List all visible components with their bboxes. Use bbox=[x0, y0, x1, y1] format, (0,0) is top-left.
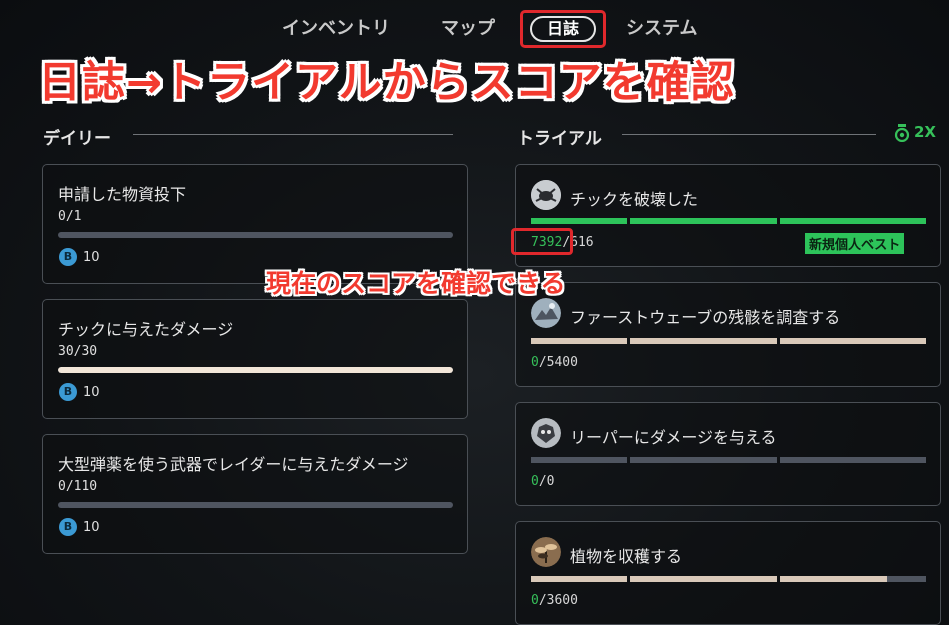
trial-segment bbox=[780, 576, 926, 582]
trial-segment bbox=[630, 457, 777, 463]
trial-segment bbox=[531, 576, 627, 582]
reaper-enemy-icon bbox=[531, 418, 561, 448]
trial-segment-bar bbox=[531, 218, 926, 224]
trial-target-score: /5400 bbox=[538, 355, 578, 370]
trial-current-score: 0 bbox=[531, 355, 539, 370]
tab-journal-highlight: 日誌 bbox=[520, 10, 606, 48]
daily-card-progress: 0/110 bbox=[58, 479, 98, 494]
daily-card-reward: 10 bbox=[83, 250, 100, 265]
trial-segment-bar bbox=[531, 576, 926, 582]
reward-coin-icon: B bbox=[59, 383, 77, 401]
trial-segment bbox=[630, 576, 777, 582]
trial-score: 0/0 bbox=[531, 474, 554, 489]
tab-inventory[interactable]: インベントリ bbox=[282, 14, 390, 40]
trial-segment bbox=[780, 457, 926, 463]
trial-card-title: ファーストウェーブの残骸を調査する bbox=[570, 308, 841, 327]
trial-card-title: リーパーにダメージを与える bbox=[570, 428, 777, 447]
trial-segment bbox=[780, 338, 926, 344]
reward-coin-icon: B bbox=[59, 248, 77, 266]
trial-segment bbox=[531, 338, 627, 344]
daily-progress-bar bbox=[58, 502, 453, 508]
trial-target-score: /3600 bbox=[538, 593, 578, 608]
daily-divider bbox=[133, 134, 453, 135]
multiplier-medal-icon bbox=[894, 124, 910, 142]
tick-enemy-icon bbox=[531, 180, 561, 210]
daily-card[interactable]: 大型弾薬を使う武器でレイダーに与えたダメージ 0/110 B 10 bbox=[42, 434, 468, 554]
plant-icon bbox=[531, 537, 561, 567]
trial-current-score: 0 bbox=[531, 593, 539, 608]
daily-progress-bar bbox=[58, 232, 453, 238]
trial-card[interactable]: リーパーにダメージを与える 0/0 bbox=[515, 402, 941, 506]
tab-system[interactable]: システム bbox=[626, 14, 697, 40]
score-highlight-box bbox=[511, 228, 573, 255]
trial-card[interactable]: ファーストウェーブの残骸を調査する 0/5400 bbox=[515, 282, 941, 387]
trials-divider bbox=[622, 134, 876, 135]
top-nav: インベントリ マップ 日誌 システム bbox=[0, 6, 949, 48]
daily-card-title: 大型弾薬を使う武器でレイダーに与えたダメージ bbox=[58, 455, 409, 474]
daily-progress-bar bbox=[58, 367, 453, 373]
trial-current-score: 0 bbox=[531, 474, 539, 489]
wreckage-icon bbox=[531, 298, 561, 328]
daily-progress-fill bbox=[58, 367, 453, 373]
daily-card-reward: 10 bbox=[83, 385, 100, 400]
trial-multiplier: 2X bbox=[914, 123, 937, 141]
daily-section-title: デイリー bbox=[43, 129, 111, 149]
trial-segment-bar bbox=[531, 457, 926, 463]
trial-segment bbox=[531, 218, 627, 224]
trial-target-score: /0 bbox=[538, 474, 555, 489]
daily-card-progress: 0/1 bbox=[58, 209, 82, 224]
annotation-main: 日誌→トライアルからスコアを確認 bbox=[38, 58, 735, 108]
reward-coin-icon: B bbox=[59, 518, 77, 536]
tab-journal[interactable]: 日誌 bbox=[530, 16, 596, 42]
tab-map[interactable]: マップ bbox=[441, 14, 495, 40]
trial-score: 0/3600 bbox=[531, 593, 578, 608]
trial-card[interactable]: チックを破壊した 7392/616 新規個人ベスト bbox=[515, 164, 941, 267]
trials-section-title: トライアル bbox=[517, 129, 602, 149]
trial-segment bbox=[780, 218, 926, 224]
trial-score: 0/5400 bbox=[531, 355, 578, 370]
daily-card-title: チックに与えたダメージ bbox=[58, 320, 234, 339]
personal-best-badge: 新規個人ベスト bbox=[805, 233, 905, 254]
daily-card-progress: 30/30 bbox=[58, 344, 98, 359]
trial-segment bbox=[630, 218, 777, 224]
trial-card-title: チックを破壊した bbox=[570, 190, 699, 209]
trial-segment bbox=[630, 338, 777, 344]
daily-card-title: 申請した物資投下 bbox=[58, 185, 187, 204]
trial-card-title: 植物を収穫する bbox=[570, 547, 683, 566]
daily-card[interactable]: チックに与えたダメージ 30/30 B 10 bbox=[42, 299, 468, 419]
trial-segment-bar bbox=[531, 338, 926, 344]
trial-segment bbox=[531, 457, 627, 463]
daily-card-reward: 10 bbox=[83, 520, 100, 535]
annotation-sub: 現在のスコアを確認できる bbox=[266, 269, 566, 298]
trial-card[interactable]: 植物を収穫する 0/3600 bbox=[515, 521, 941, 625]
